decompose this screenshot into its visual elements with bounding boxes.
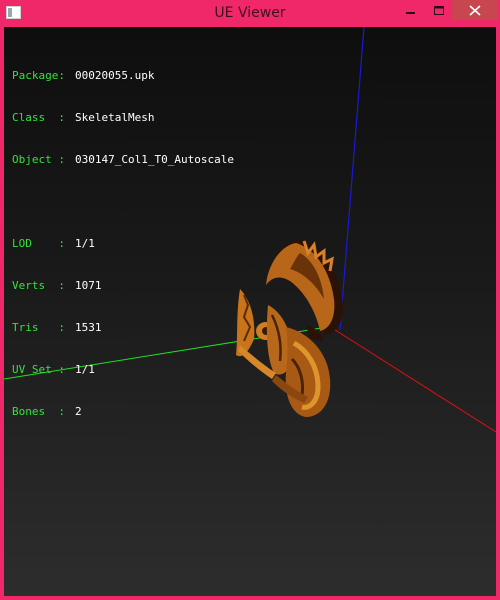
info-row-package: Package: 00020055.upk	[12, 69, 234, 83]
skeletal-mesh	[236, 239, 344, 417]
info-value: 030147_Col1_T0_Autoscale	[75, 153, 234, 166]
info-row-bones: Bones : 2	[12, 405, 234, 419]
info-row-uv-set: UV Set : 1/1	[12, 363, 234, 377]
x-axis-line	[331, 327, 496, 433]
maximize-icon	[434, 6, 444, 15]
info-value: 1071	[75, 279, 102, 292]
info-value: 00020055.upk	[75, 69, 155, 82]
info-value: 1/1	[75, 363, 95, 376]
z-axis-line	[339, 27, 365, 331]
app-window: UE Viewer Package: 00020055.upk Class: …	[0, 0, 500, 600]
info-label: LOD :	[12, 237, 65, 250]
info-row-object: Object : 030147_Col1_T0_Autoscale	[12, 153, 234, 167]
info-label: UV Set :	[12, 363, 65, 376]
info-value: 1/1	[75, 237, 95, 250]
info-label: Class :	[12, 111, 65, 124]
info-value: 1531	[75, 321, 102, 334]
minimize-icon	[406, 12, 415, 14]
info-label: Verts :	[12, 279, 65, 292]
info-value: 2	[75, 405, 82, 418]
minimize-button[interactable]	[396, 0, 425, 20]
info-row-verts: Verts : 1071	[12, 279, 234, 293]
maximize-button[interactable]	[425, 0, 454, 20]
info-label: Object :	[12, 153, 65, 166]
info-row-lod: LOD : 1/1	[12, 237, 234, 251]
info-label: Tris :	[12, 321, 65, 334]
info-row-class: Class : SkeletalMesh	[12, 111, 234, 125]
info-row-tris: Tris : 1531	[12, 321, 234, 335]
title-bar[interactable]: UE Viewer	[0, 0, 500, 26]
info-label: Bones :	[12, 405, 65, 418]
info-label: Package:	[12, 69, 65, 82]
mesh-info-overlay: Package: 00020055.upk Class : SkeletalMesh…	[12, 41, 234, 447]
info-value: SkeletalMesh	[75, 111, 155, 124]
render-viewport[interactable]: Package: 00020055.upk Class : SkeletalMesh…	[4, 27, 496, 596]
close-button[interactable]	[452, 0, 498, 20]
close-icon	[469, 5, 481, 16]
